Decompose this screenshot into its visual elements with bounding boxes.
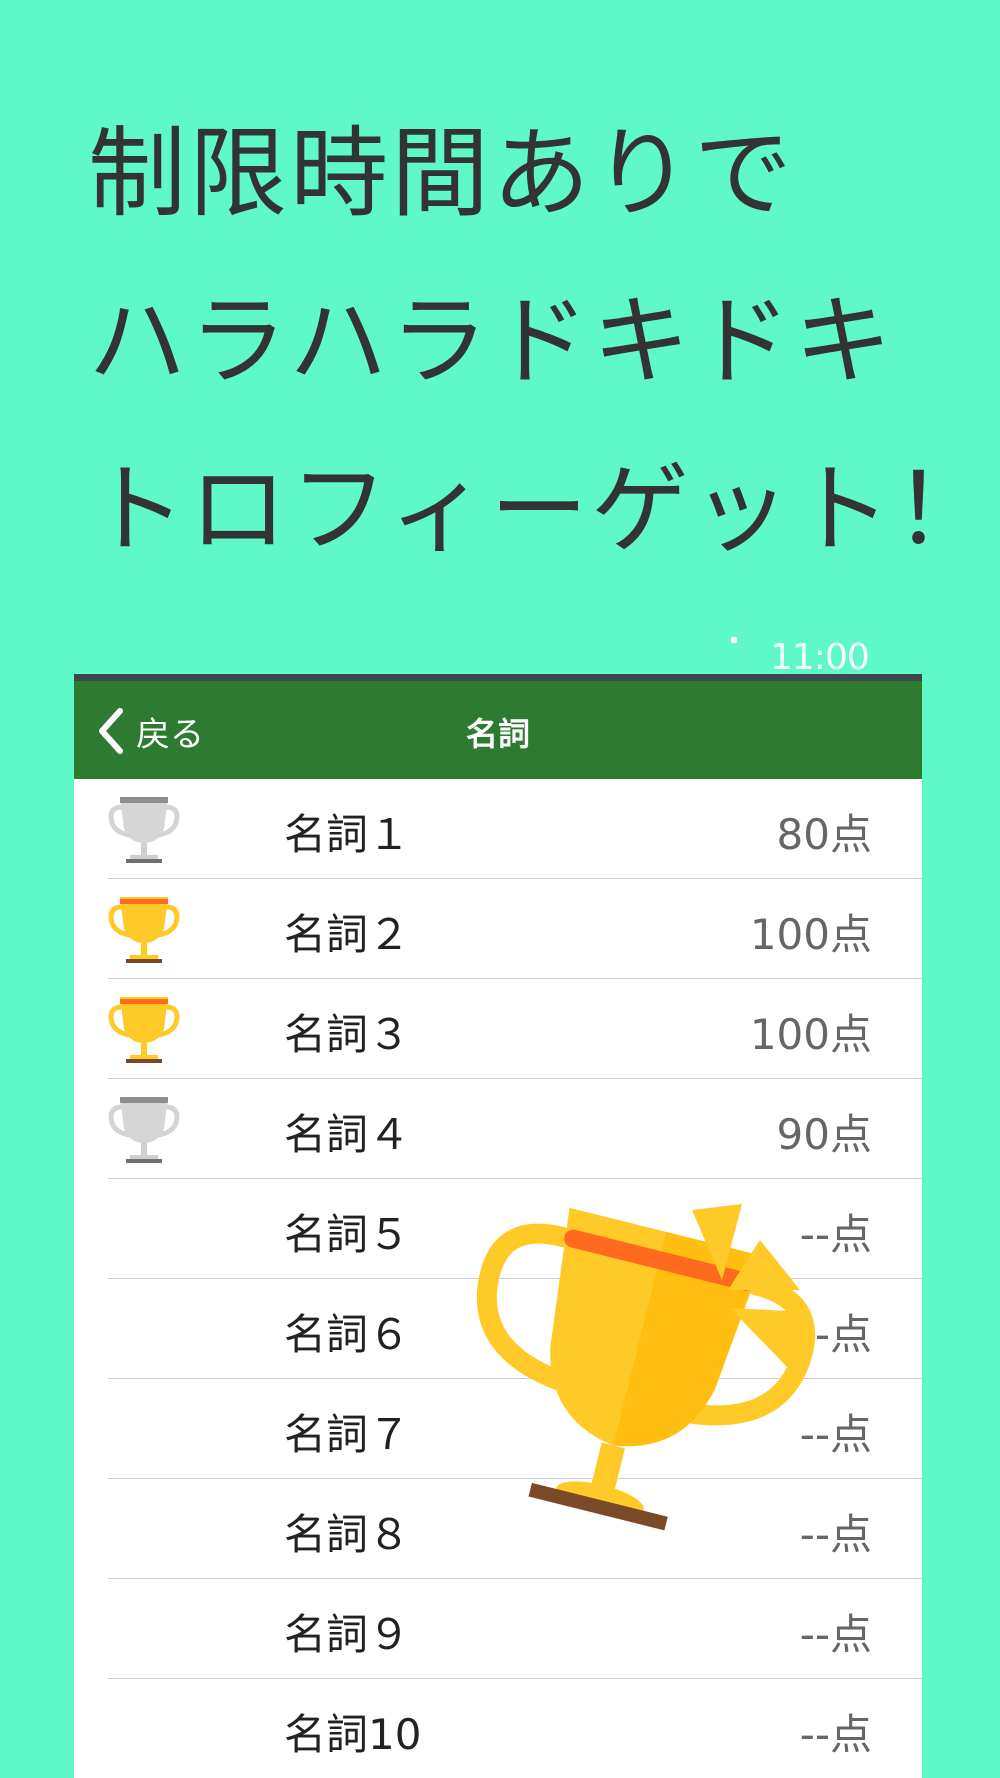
row-label: 名詞７: [284, 1410, 411, 1459]
list-item[interactable]: 名詞10 --点: [108, 1679, 922, 1778]
row-score: 80点: [776, 810, 872, 859]
row-label: 名詞２: [284, 910, 411, 959]
status-bar: 11:00: [74, 637, 922, 681]
list-item[interactable]: 名詞４ 90点: [108, 1079, 922, 1179]
gold-trophy-icon: [108, 897, 180, 963]
headline: 制限時間ありで ハラハラドキドキ トロフィーゲット！: [88, 90, 995, 594]
headline-line-2: ハラハラドキドキ: [88, 285, 896, 399]
row-label: 名詞８: [284, 1510, 411, 1559]
silver-trophy-icon: [108, 797, 180, 863]
row-score: --点: [799, 1610, 872, 1659]
status-divider: [74, 674, 922, 681]
big-trophy-icon: [476, 1204, 816, 1531]
headline-line-1: 制限時間ありで: [88, 117, 796, 231]
row-score: 100点: [749, 1010, 872, 1059]
row-score: 90点: [776, 1110, 872, 1159]
silver-trophy-icon: [108, 1097, 180, 1163]
headline-line-3: トロフィーゲット！: [88, 453, 996, 567]
status-time: 11:00: [770, 637, 870, 678]
nav-title: 名詞: [465, 715, 530, 753]
row-label: 名詞４: [284, 1110, 411, 1159]
list-item[interactable]: 名詞１ 80点: [108, 779, 922, 879]
row-label: 名詞６: [284, 1310, 411, 1359]
row-score: 100点: [749, 910, 872, 959]
row-label: 名詞９: [284, 1610, 411, 1659]
navigation-bar: 戻る 名詞: [74, 681, 922, 779]
row-label: 名詞10: [284, 1710, 422, 1759]
row-label: 名詞１: [284, 810, 411, 859]
status-dot: [731, 637, 737, 643]
row-score: --点: [799, 1710, 872, 1759]
list-item[interactable]: 名詞９ --点: [108, 1579, 922, 1679]
row-label: 名詞３: [284, 1010, 411, 1059]
gold-trophy-icon: [108, 997, 180, 1063]
list-item[interactable]: 名詞３ 100点: [108, 979, 922, 1079]
row-label: 名詞５: [284, 1210, 411, 1259]
list-item[interactable]: 名詞２ 100点: [108, 879, 922, 979]
